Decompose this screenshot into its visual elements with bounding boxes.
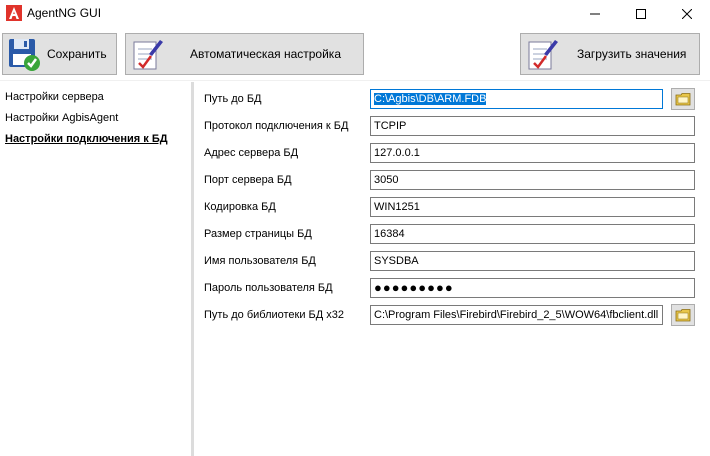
floppy-check-icon xyxy=(9,39,40,71)
field-row-page-size: Размер страницы БД 16384 xyxy=(194,223,710,245)
username-input[interactable]: SYSDBA xyxy=(370,251,695,271)
auto-config-button[interactable]: Автоматическая настройка xyxy=(125,33,364,75)
agent-logo-icon xyxy=(6,5,22,21)
sidebar-item-server-settings[interactable]: Настройки сервера xyxy=(5,91,104,103)
save-button[interactable]: Сохранить xyxy=(2,33,117,75)
page-size-input[interactable]: 16384 xyxy=(370,224,695,244)
client-library-input[interactable]: C:\Program Files\Firebird\Firebird_2_5\W… xyxy=(370,305,663,325)
field-row-protocol: Протокол подключения к БД TCPIP xyxy=(194,115,710,137)
password-label: Пароль пользователя БД xyxy=(204,282,333,294)
server-address-input[interactable]: 127.0.0.1 xyxy=(370,143,695,163)
db-path-browse-button[interactable] xyxy=(671,88,695,110)
auto-config-button-label: Автоматическая настройка xyxy=(190,47,341,61)
username-label: Имя пользователя БД xyxy=(204,255,316,267)
sidebar: Настройки сервера Настройки AgbisAgent Н… xyxy=(0,82,191,456)
field-row-db-path: Путь до БД C:\Agbis\DB\ARM.FDB xyxy=(194,88,710,110)
folder-icon xyxy=(675,93,691,106)
sidebar-item-agbisagent-settings[interactable]: Настройки AgbisAgent xyxy=(5,112,118,124)
field-row-client-library: Путь до библиотеки БД x32 C:\Program Fil… xyxy=(194,304,710,326)
load-values-button-label: Загрузить значения xyxy=(577,47,687,61)
field-row-password: Пароль пользователя БД ●●●●●●●●● xyxy=(194,277,710,299)
toolbar: Сохранить Автоматическая настройка Загру… xyxy=(0,28,710,80)
field-row-encoding: Кодировка БД WIN1251 xyxy=(194,196,710,218)
db-path-label: Путь до БД xyxy=(204,93,262,105)
save-button-label: Сохранить xyxy=(47,47,107,61)
close-icon xyxy=(682,9,692,19)
folder-icon xyxy=(675,309,691,322)
protocol-input[interactable]: TCPIP xyxy=(370,116,695,136)
password-input[interactable]: ●●●●●●●●● xyxy=(370,278,695,298)
toolbar-divider xyxy=(0,80,710,81)
protocol-label: Протокол подключения к БД xyxy=(204,120,349,132)
sidebar-item-db-connection-settings[interactable]: Настройки подключения к БД xyxy=(5,133,168,145)
maximize-button[interactable] xyxy=(618,0,664,28)
close-button[interactable] xyxy=(664,0,710,28)
encoding-input[interactable]: WIN1251 xyxy=(370,197,695,217)
client-library-browse-button[interactable] xyxy=(671,304,695,326)
window-title: AgentNG GUI xyxy=(27,6,102,20)
field-row-server-address: Адрес сервера БД 127.0.0.1 xyxy=(194,142,710,164)
maximize-icon xyxy=(636,9,646,19)
server-port-label: Порт сервера БД xyxy=(204,174,292,186)
encoding-label: Кодировка БД xyxy=(204,201,276,213)
minimize-button[interactable] xyxy=(572,0,618,28)
title-bar: AgentNG GUI xyxy=(0,0,710,28)
page-size-label: Размер страницы БД xyxy=(204,228,312,240)
db-path-value: C:\Agbis\DB\ARM.FDB xyxy=(374,93,487,105)
client-library-label: Путь до библиотеки БД x32 xyxy=(204,309,345,321)
pen-checklist-icon xyxy=(528,40,558,70)
db-path-input[interactable]: C:\Agbis\DB\ARM.FDB xyxy=(370,89,663,109)
minimize-icon xyxy=(590,13,600,15)
server-address-label: Адрес сервера БД xyxy=(204,147,299,159)
load-values-button[interactable]: Загрузить значения xyxy=(520,33,700,75)
db-connection-form: Путь до БД C:\Agbis\DB\ARM.FDB Протокол … xyxy=(194,82,710,456)
field-row-server-port: Порт сервера БД 3050 xyxy=(194,169,710,191)
pen-checklist-icon xyxy=(133,40,163,70)
server-port-input[interactable]: 3050 xyxy=(370,170,695,190)
field-row-username: Имя пользователя БД SYSDBA xyxy=(194,250,710,272)
